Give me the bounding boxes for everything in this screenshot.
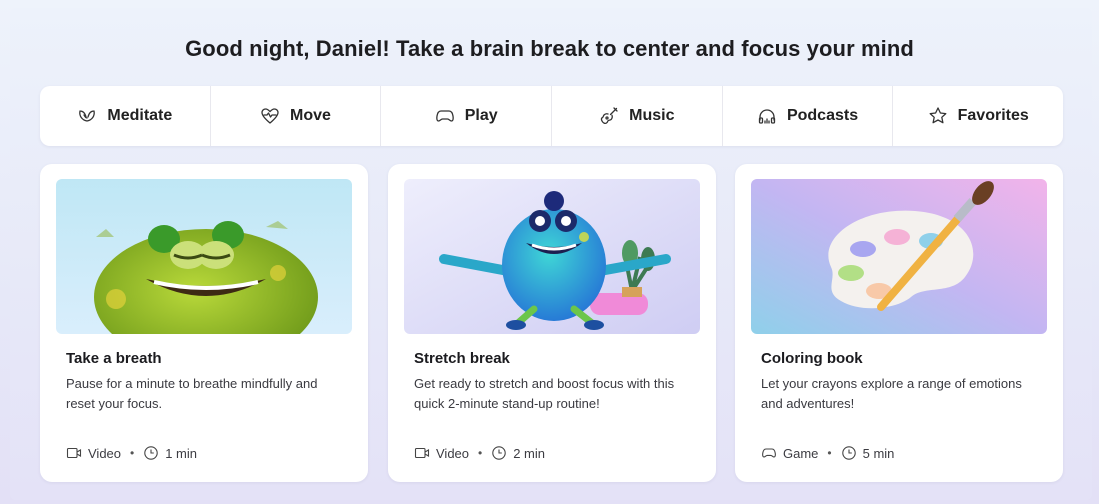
heartbeat-icon (260, 106, 280, 126)
card-type: Video (88, 445, 122, 461)
video-icon (66, 445, 82, 461)
card-description: Get ready to stretch and boost focus wit… (414, 376, 675, 411)
paint-palette-illustration (751, 179, 1047, 334)
video-icon (414, 445, 430, 461)
tab-label: Favorites (957, 107, 1029, 124)
stretching-monster-illustration (404, 179, 700, 334)
activity-cards: Take a breath Pause for a minute to brea… (40, 164, 1063, 482)
tab-music[interactable]: Music (552, 86, 723, 146)
meta-separator: • (827, 446, 832, 460)
card-duration: 2 min (513, 445, 546, 461)
category-tabs: Meditate Move Play Music Podcasts Favori… (40, 86, 1063, 146)
star-icon (928, 106, 948, 126)
card-meta: Game • 5 min (761, 445, 894, 461)
card-thumbnail (56, 179, 352, 334)
page-title: Good night, Daniel! Take a brain break t… (185, 36, 914, 61)
meta-separator: • (130, 446, 135, 460)
card-stretch-break[interactable]: Stretch break Get ready to stretch and b… (388, 164, 716, 482)
clock-icon (841, 445, 857, 461)
breathing-monster-illustration (56, 179, 352, 334)
card-description: Pause for a minute to breathe mindfully … (66, 376, 318, 411)
gamepad-icon (435, 106, 455, 126)
card-type: Video (436, 445, 470, 461)
guitar-icon (599, 106, 619, 126)
card-thumbnail (751, 179, 1047, 334)
card-title: Take a breath (66, 350, 162, 367)
gamepad-icon (761, 445, 777, 461)
tab-favorites[interactable]: Favorites (893, 86, 1063, 146)
meta-separator: • (478, 446, 483, 460)
card-coloring-book[interactable]: Coloring book Let your crayons explore a… (735, 164, 1063, 482)
card-meta: Video • 1 min (66, 445, 197, 461)
tab-label: Move (290, 107, 331, 124)
card-duration: 1 min (165, 445, 198, 461)
card-title: Coloring book (761, 350, 863, 367)
headphones-icon (757, 106, 777, 126)
tab-label: Play (464, 107, 498, 124)
tab-move[interactable]: Move (211, 86, 382, 146)
tab-label: Music (629, 107, 675, 124)
card-thumbnail (404, 179, 700, 334)
card-title: Stretch break (414, 350, 510, 367)
tab-label: Meditate (107, 107, 173, 124)
meditate-icon (77, 106, 97, 126)
tab-play[interactable]: Play (381, 86, 553, 146)
card-duration: 5 min (862, 445, 895, 461)
tab-meditate[interactable]: Meditate (40, 86, 211, 146)
card-type: Game (783, 445, 819, 461)
clock-icon (143, 445, 159, 461)
card-meta: Video • 2 min (414, 445, 545, 461)
clock-icon (491, 445, 507, 461)
card-take-a-breath[interactable]: Take a breath Pause for a minute to brea… (40, 164, 368, 482)
tab-podcasts[interactable]: Podcasts (723, 86, 894, 146)
tab-label: Podcasts (786, 107, 859, 124)
card-description: Let your crayons explore a range of emot… (761, 376, 1022, 411)
